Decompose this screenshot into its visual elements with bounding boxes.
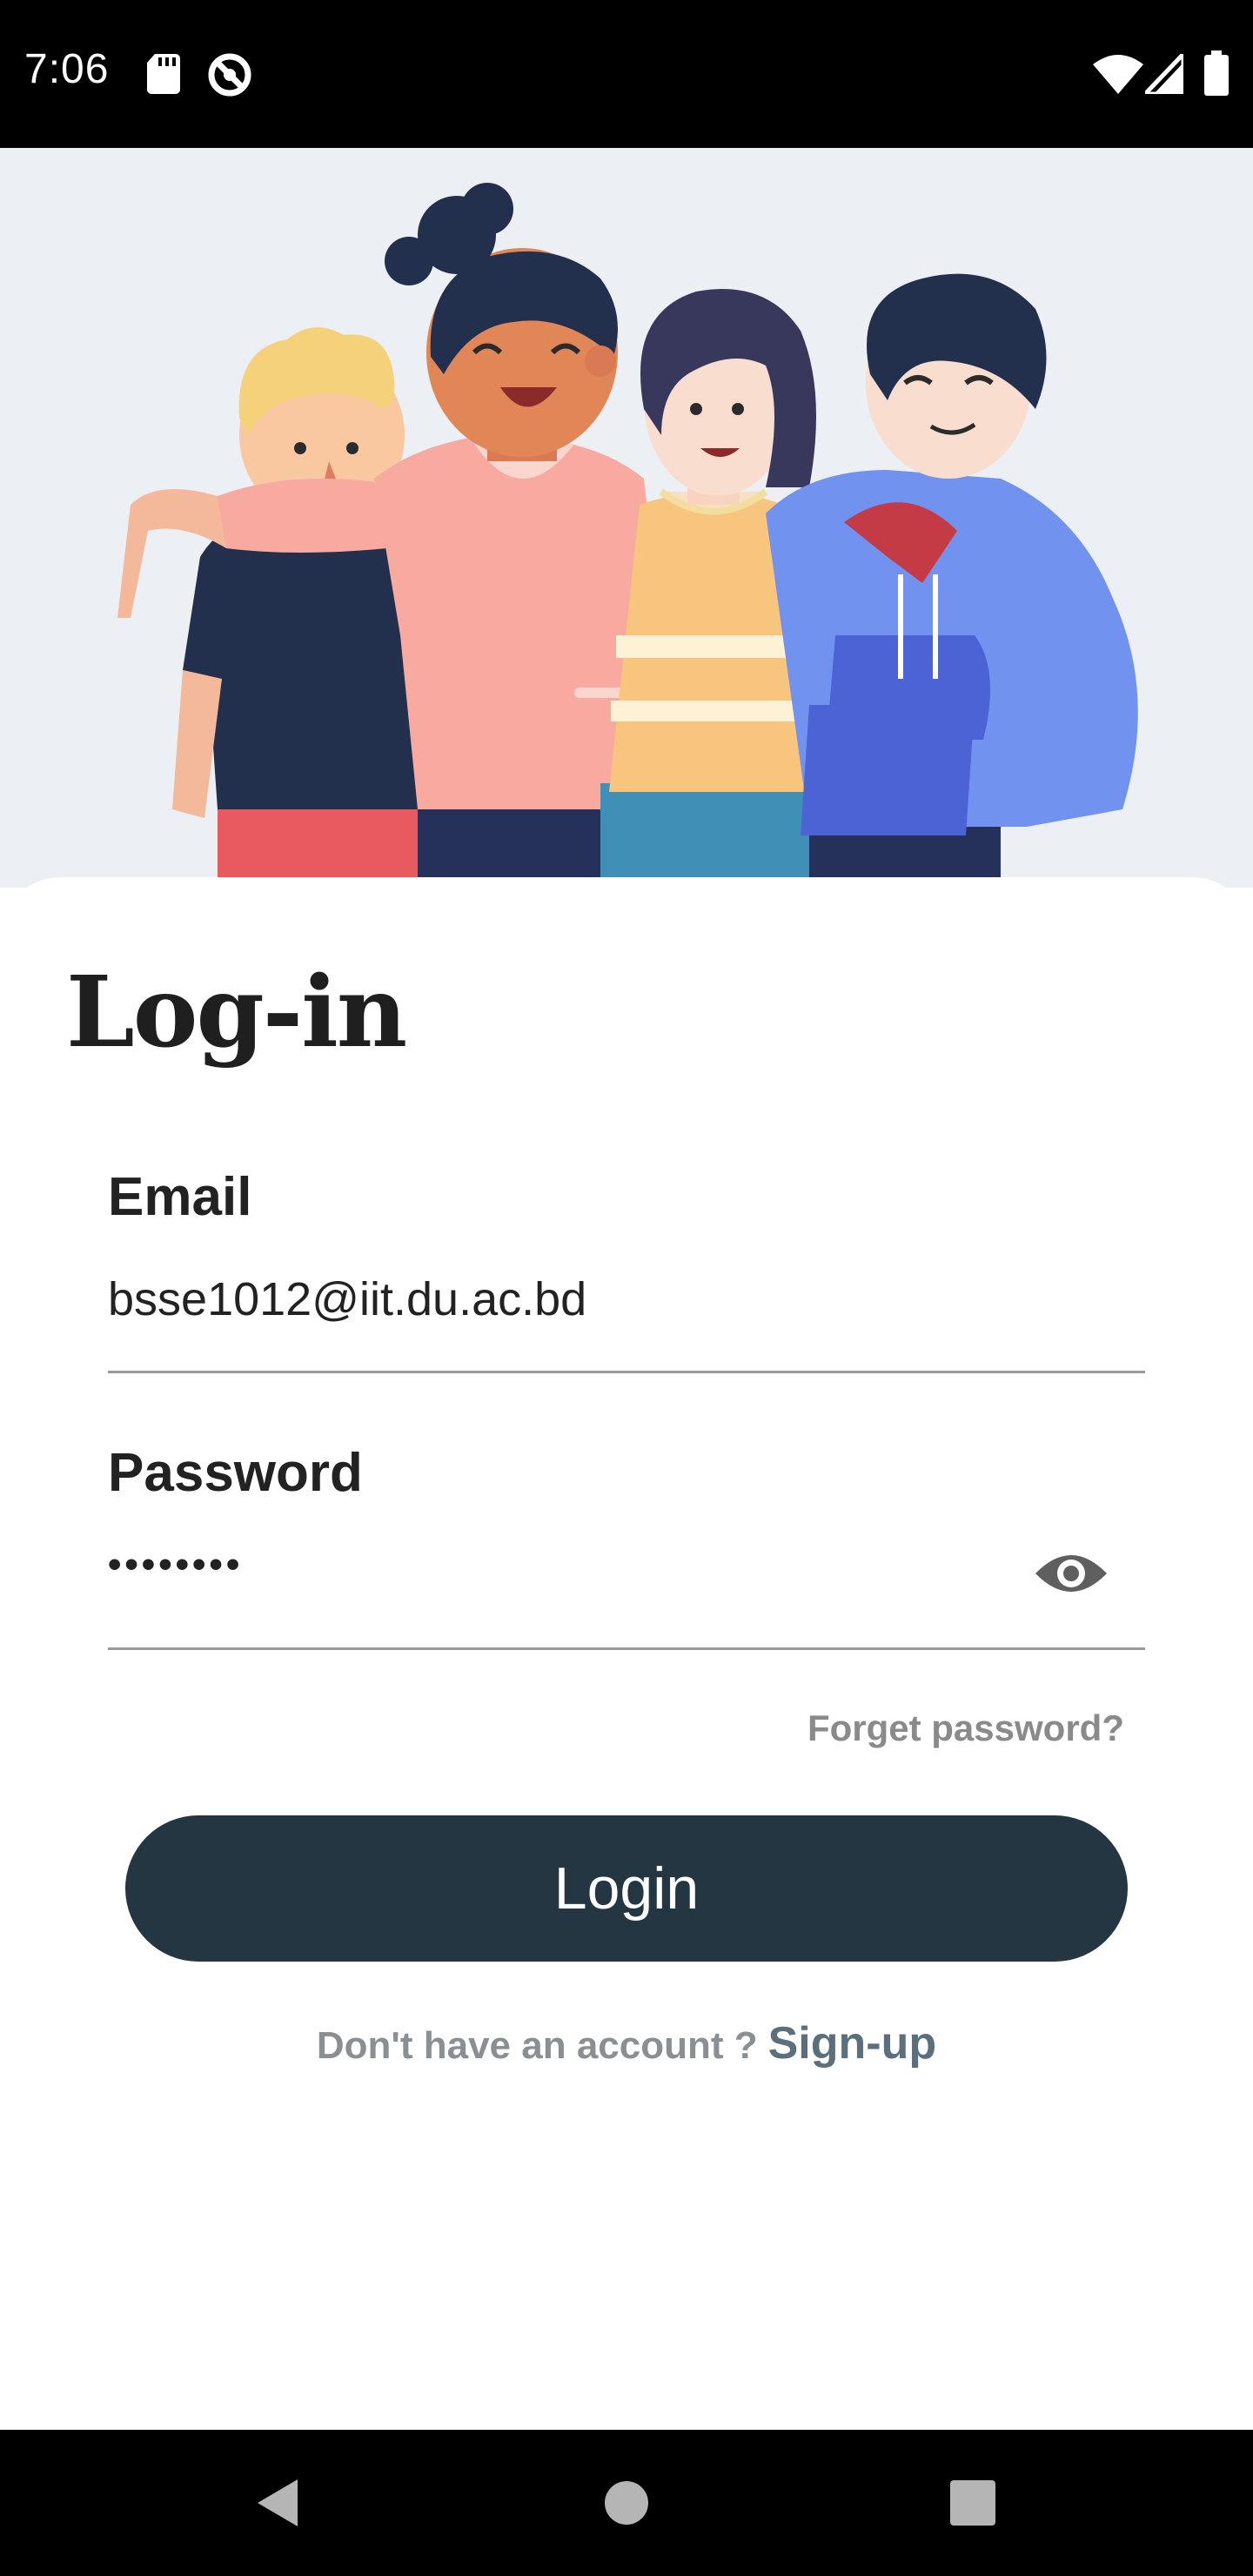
back-icon[interactable]	[224, 2430, 329, 2576]
eye-icon[interactable]	[1032, 1547, 1110, 1600]
login-button[interactable]: Login	[125, 1815, 1128, 1962]
friend-figure-4	[766, 273, 1138, 888]
hero-illustration	[0, 148, 1253, 888]
email-label: Email	[108, 1167, 252, 1227]
group-of-friends-illustration	[117, 183, 1138, 888]
navigation-bar	[0, 2430, 1253, 2576]
sd-card-icon	[147, 54, 180, 94]
recents-icon[interactable]	[921, 2430, 1025, 2576]
status-time: 7:06	[24, 46, 110, 92]
password-field[interactable]: ••••••••	[108, 1543, 243, 1587]
email-field-underline	[108, 1371, 1145, 1373]
signal-icon	[1145, 54, 1183, 94]
home-icon[interactable]	[574, 2430, 679, 2576]
signup-prompt: Don't have an account ?	[316, 2024, 758, 2067]
page-title: Log-in	[66, 956, 407, 1070]
battery-icon	[1204, 50, 1229, 96]
do-not-disturb-icon	[208, 53, 251, 97]
signup-row: Don't have an account ? Sign-up	[0, 2017, 1253, 2070]
login-card	[0, 877, 1253, 2430]
signup-link[interactable]: Sign-up	[768, 2018, 937, 2069]
email-field[interactable]: bsse1012@iit.du.ac.bd	[108, 1272, 586, 1326]
password-label: Password	[108, 1443, 363, 1503]
password-field-underline	[108, 1647, 1145, 1650]
status-bar: 7:06	[0, 0, 1253, 148]
wifi-icon	[1093, 55, 1143, 94]
forgot-password-link[interactable]: Forget password?	[807, 1707, 1124, 1749]
